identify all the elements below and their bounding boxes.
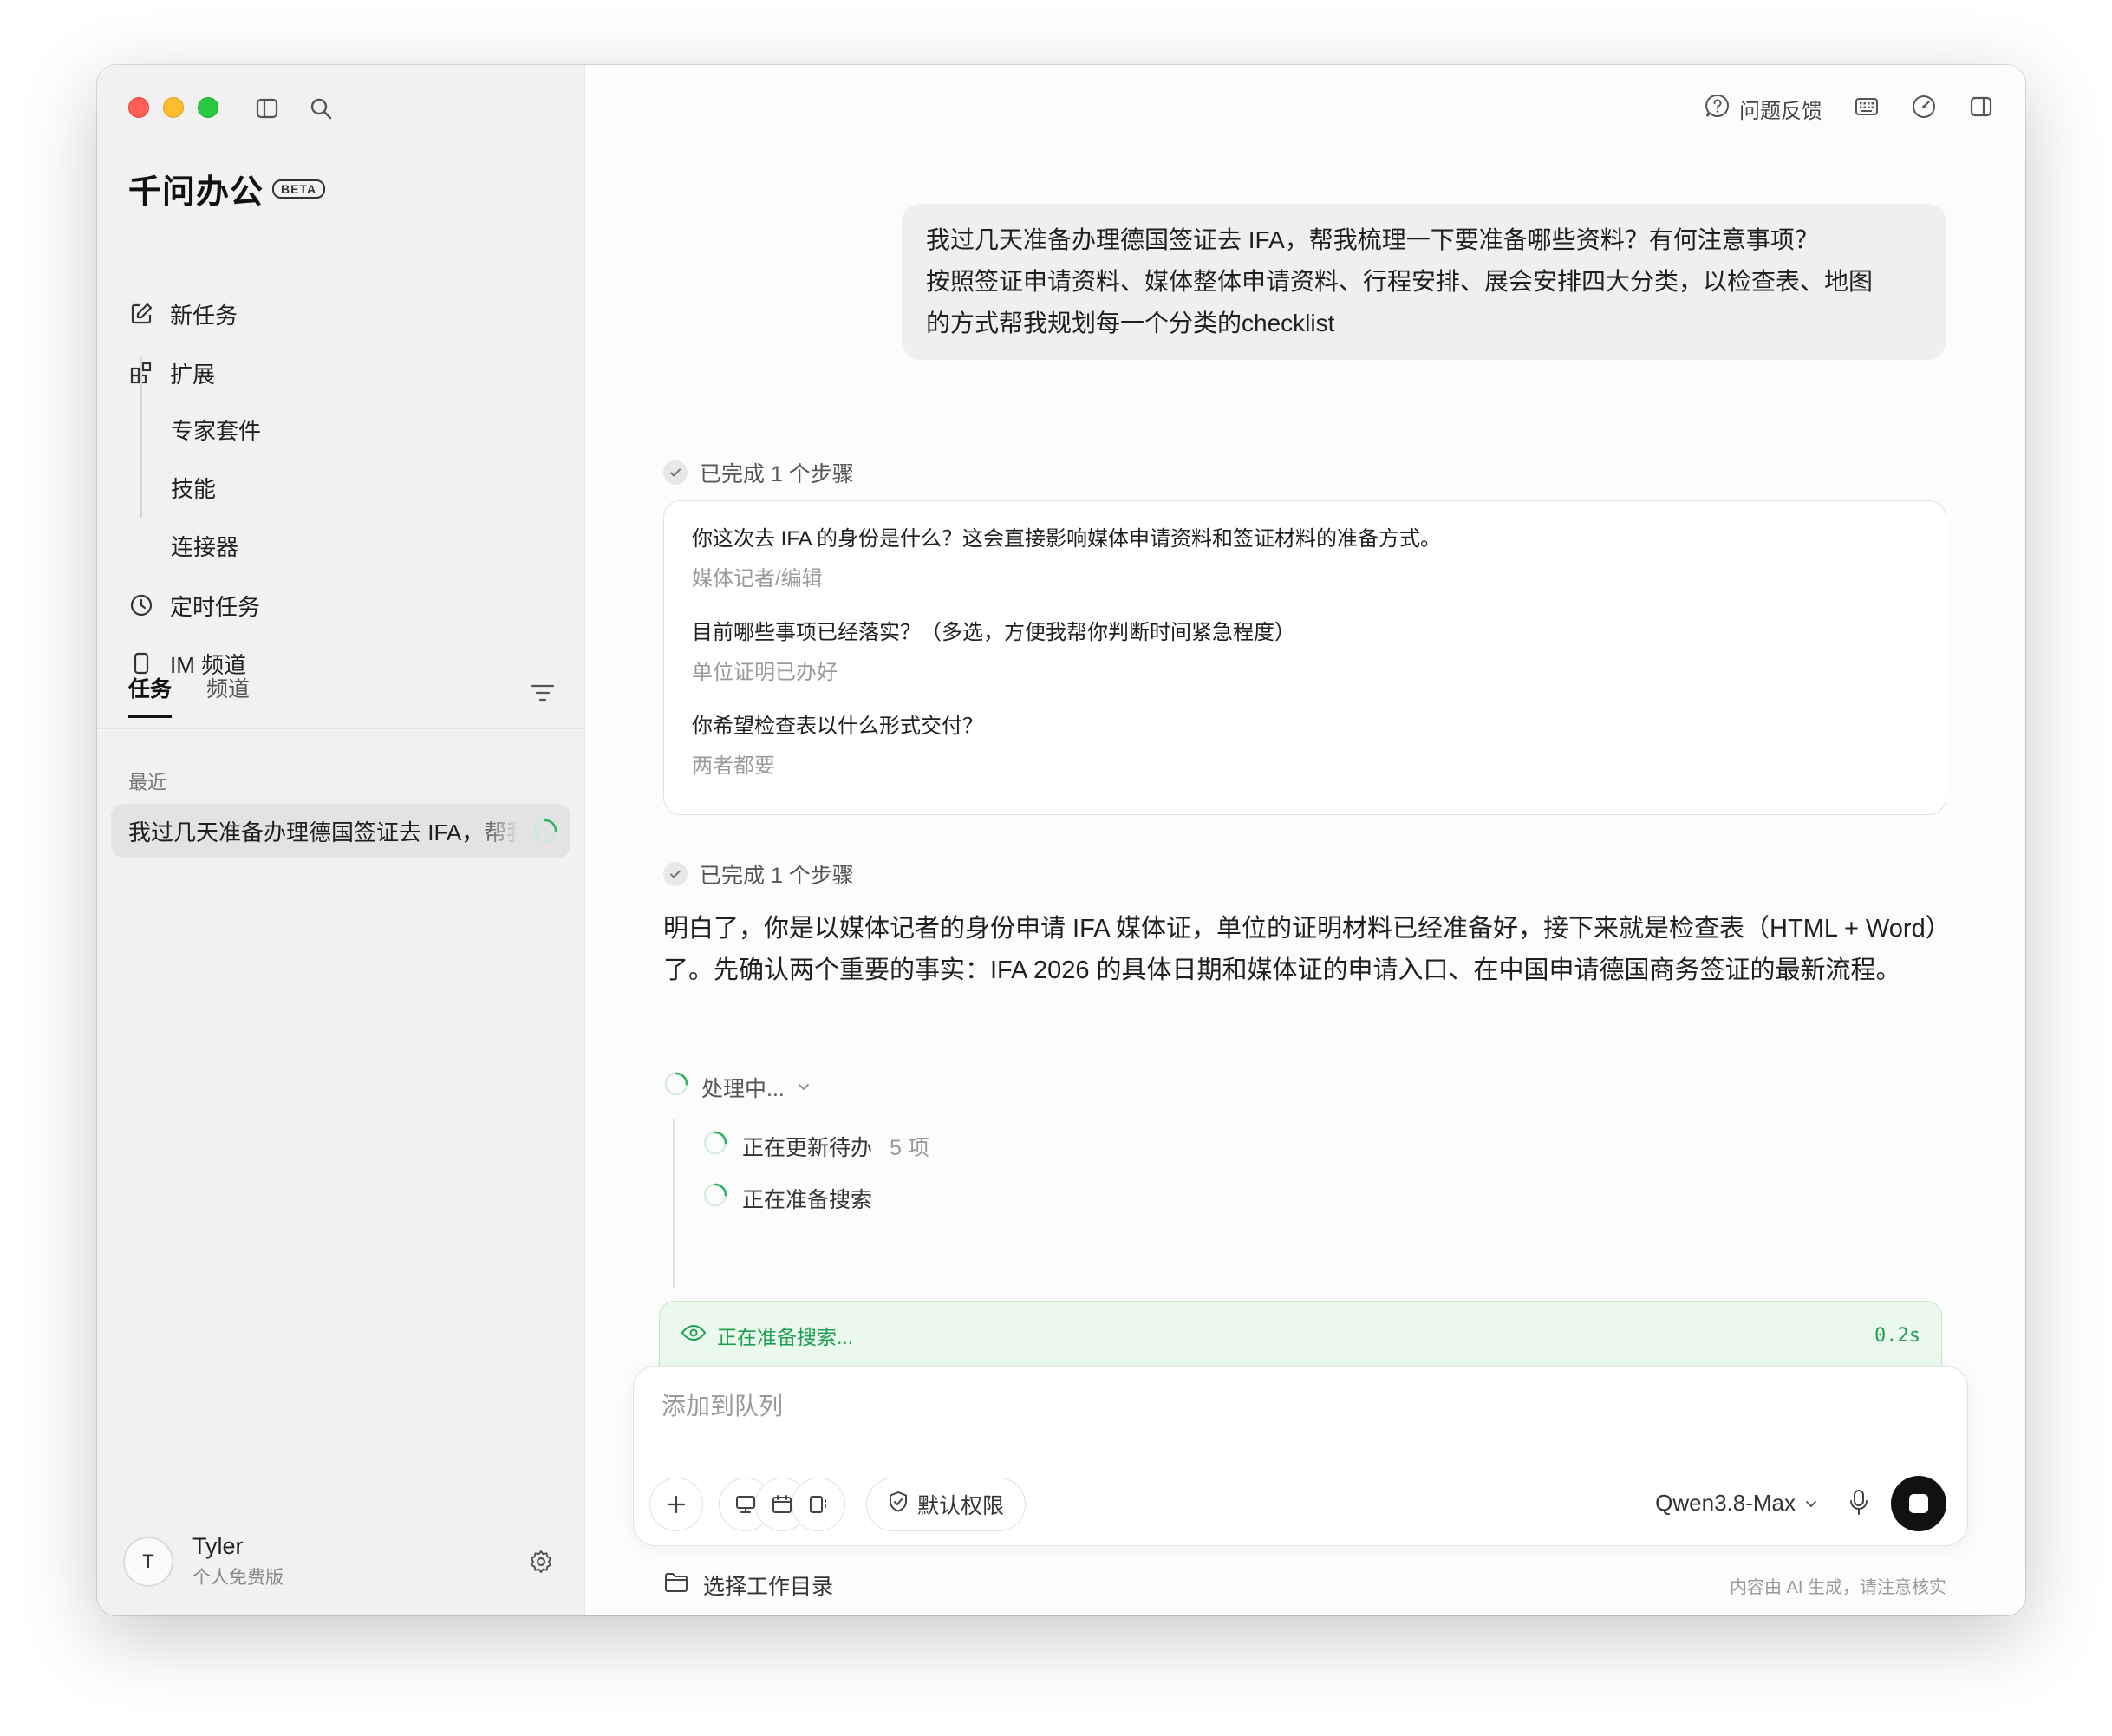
tab-tasks[interactable]: 任务 xyxy=(128,672,173,718)
nav-connectors[interactable]: 连接器 xyxy=(171,530,238,565)
loading-spinner-icon xyxy=(702,1182,728,1214)
select-workdir-button[interactable]: 选择工作目录 xyxy=(663,1570,833,1601)
gear-icon[interactable] xyxy=(528,1549,554,1579)
add-button[interactable] xyxy=(649,1478,703,1531)
step-completed-2[interactable]: 已完成 1 个步骤 xyxy=(663,858,854,890)
nav-new-task[interactable]: 新任务 xyxy=(128,297,238,331)
subtask-preparing-search: 正在准备搜索 xyxy=(702,1182,872,1214)
beta-badge: BETA xyxy=(272,179,326,199)
device-icon[interactable] xyxy=(792,1478,845,1531)
processing-tree-line xyxy=(673,1119,675,1288)
recent-task-item[interactable]: 我过几天准备办理德国签证去 IFA，帮我梳理 xyxy=(111,804,570,858)
qa-question: 你希望检查表以什么形式交付？ xyxy=(692,715,983,738)
search-elapsed-time: 0.2s xyxy=(1874,1324,1920,1347)
check-icon xyxy=(663,862,688,886)
sidebar: 千问办公 BETA 新任务 扩展 专家套件 技能 连接器 定时任务 IM 频道 … xyxy=(97,65,585,1615)
loading-spinner-icon xyxy=(532,818,558,850)
nav-label: 扩展 xyxy=(170,361,216,388)
eye-icon xyxy=(681,1323,707,1348)
subtask-label: 正在更新待办 xyxy=(742,1135,873,1160)
processing-toggle[interactable]: 处理中... xyxy=(663,1071,811,1103)
check-icon xyxy=(663,460,688,485)
top-toolbar: 问题反馈 xyxy=(1705,93,1994,125)
subtask-updating-todos: 正在更新待办 5 项 xyxy=(702,1130,929,1162)
nav-scheduled-tasks[interactable]: 定时任务 xyxy=(128,588,260,623)
chevron-down-icon xyxy=(1804,1490,1818,1517)
avatar: T xyxy=(123,1536,173,1587)
nav-expert-suite[interactable]: 专家套件 xyxy=(171,414,261,448)
sidebar-tabs: 任务 频道 xyxy=(128,672,250,718)
model-label: Qwen3.8-Max xyxy=(1655,1490,1796,1516)
tool-group xyxy=(719,1478,845,1531)
filter-icon[interactable] xyxy=(531,682,555,708)
maximize-window-button[interactable] xyxy=(198,97,218,118)
tabs-divider xyxy=(97,728,584,729)
assistant-reply: 明白了，你是以媒体记者的身份申请 IFA 媒体证，单位的证明材料已经准备好，接下… xyxy=(663,915,1939,984)
qa-question: 你这次去 IFA 的身份是什么？这会直接影响媒体申请资料和签证材料的准备方式。 xyxy=(692,527,1442,551)
clock-icon xyxy=(128,592,154,618)
brand-title: 千问办公 xyxy=(128,174,264,211)
subtask-label: 正在准备搜索 xyxy=(742,1187,873,1212)
folder-icon xyxy=(663,1571,689,1600)
subtask-count: 5 项 xyxy=(890,1135,929,1160)
brand: 千问办公 BETA xyxy=(128,165,326,212)
nav-label: 新任务 xyxy=(170,302,238,329)
step-label: 已完成 1 个步骤 xyxy=(700,462,854,486)
user-plan: 个人免费版 xyxy=(192,1568,284,1588)
qa-answer: 媒体记者/编辑 xyxy=(692,567,823,591)
search-status-banner: 正在准备搜索... 0.2s xyxy=(659,1301,1942,1370)
qa-answer: 单位证明已办好 xyxy=(692,661,838,684)
nav-skills[interactable]: 技能 xyxy=(171,472,216,506)
composer: 默认权限 Qwen3.8-Max xyxy=(633,1366,1968,1546)
footer: 选择工作目录 内容由 AI 生成，请注意核实 xyxy=(663,1570,1946,1601)
stop-button[interactable] xyxy=(1891,1476,1946,1531)
processing-label: 处理中... xyxy=(701,1076,785,1101)
keyboard-icon[interactable] xyxy=(1854,94,1880,124)
user-message-line: 我过几天准备办理德国签证去 IFA，帮我梳理一下要准备哪些资料？有何注意事项？ xyxy=(926,226,1819,253)
recent-label: 最近 xyxy=(128,772,167,793)
qa-question: 目前哪些事项已经落实？（多选，方便我帮你判断时间紧急程度） xyxy=(692,621,1295,644)
search-icon[interactable] xyxy=(307,95,335,122)
feedback-button[interactable]: 问题反馈 xyxy=(1705,93,1822,125)
tab-channels[interactable]: 频道 xyxy=(206,672,250,718)
minimize-window-button[interactable] xyxy=(163,97,184,118)
permission-label: 默认权限 xyxy=(917,1494,1005,1518)
user-name: Tyler xyxy=(192,1533,244,1559)
user-profile[interactable]: T Tyler 个人免费版 xyxy=(123,1533,284,1589)
qa-card: 你这次去 IFA 的身份是什么？这会直接影响媒体申请资料和签证材料的准备方式。 … xyxy=(663,500,1946,815)
user-message-bubble: 我过几天准备办理德国签证去 IFA，帮我梳理一下要准备哪些资料？有何注意事项？ … xyxy=(902,204,1946,360)
help-icon xyxy=(1705,93,1731,125)
app-window: 千问办公 BETA 新任务 扩展 专家套件 技能 连接器 定时任务 IM 频道 … xyxy=(97,65,2025,1615)
chevron-down-icon xyxy=(797,1074,811,1100)
workdir-label: 选择工作目录 xyxy=(703,1575,834,1599)
panel-toggle-icon[interactable] xyxy=(1968,94,1994,124)
permission-button[interactable]: 默认权限 xyxy=(866,1478,1027,1531)
queue-input[interactable] xyxy=(662,1393,1875,1420)
step-completed-1[interactable]: 已完成 1 个步骤 xyxy=(663,457,854,488)
sidebar-toggle-icon[interactable] xyxy=(253,95,281,122)
step-label: 已完成 1 个步骤 xyxy=(700,864,854,888)
main-panel: 问题反馈 我过几天准备办理德国签证去 IFA，帮我梳理一下要准备哪些资料？有何注… xyxy=(585,65,2025,1615)
qa-answer: 两者都要 xyxy=(692,754,775,778)
ai-disclaimer: 内容由 AI 生成，请注意核实 xyxy=(1729,1577,1946,1597)
loading-spinner-icon xyxy=(663,1071,689,1103)
user-message-line: 按照签证申请资料、媒体整体申请资料、行程安排、展会安排四大分类，以检查表、地图 xyxy=(926,268,1874,295)
edit-icon xyxy=(128,301,154,327)
extensions-tree-line xyxy=(140,357,142,518)
nav-label: 定时任务 xyxy=(170,593,261,620)
close-window-button[interactable] xyxy=(128,97,149,118)
task-title: 我过几天准备办理德国签证去 IFA，帮我梳理 xyxy=(128,819,518,845)
search-status-text: 正在准备搜索... xyxy=(717,1326,854,1348)
shield-icon xyxy=(888,1491,909,1519)
model-selector[interactable]: Qwen3.8-Max xyxy=(1655,1490,1818,1517)
gauge-icon[interactable] xyxy=(1911,94,1937,124)
stop-icon xyxy=(1909,1494,1928,1513)
feedback-label: 问题反馈 xyxy=(1739,100,1822,123)
user-message-line: 的方式帮我规划每一个分类的checklist xyxy=(926,310,1335,336)
loading-spinner-icon xyxy=(702,1130,728,1162)
microphone-icon[interactable] xyxy=(1848,1488,1870,1522)
window-controls xyxy=(128,97,218,118)
